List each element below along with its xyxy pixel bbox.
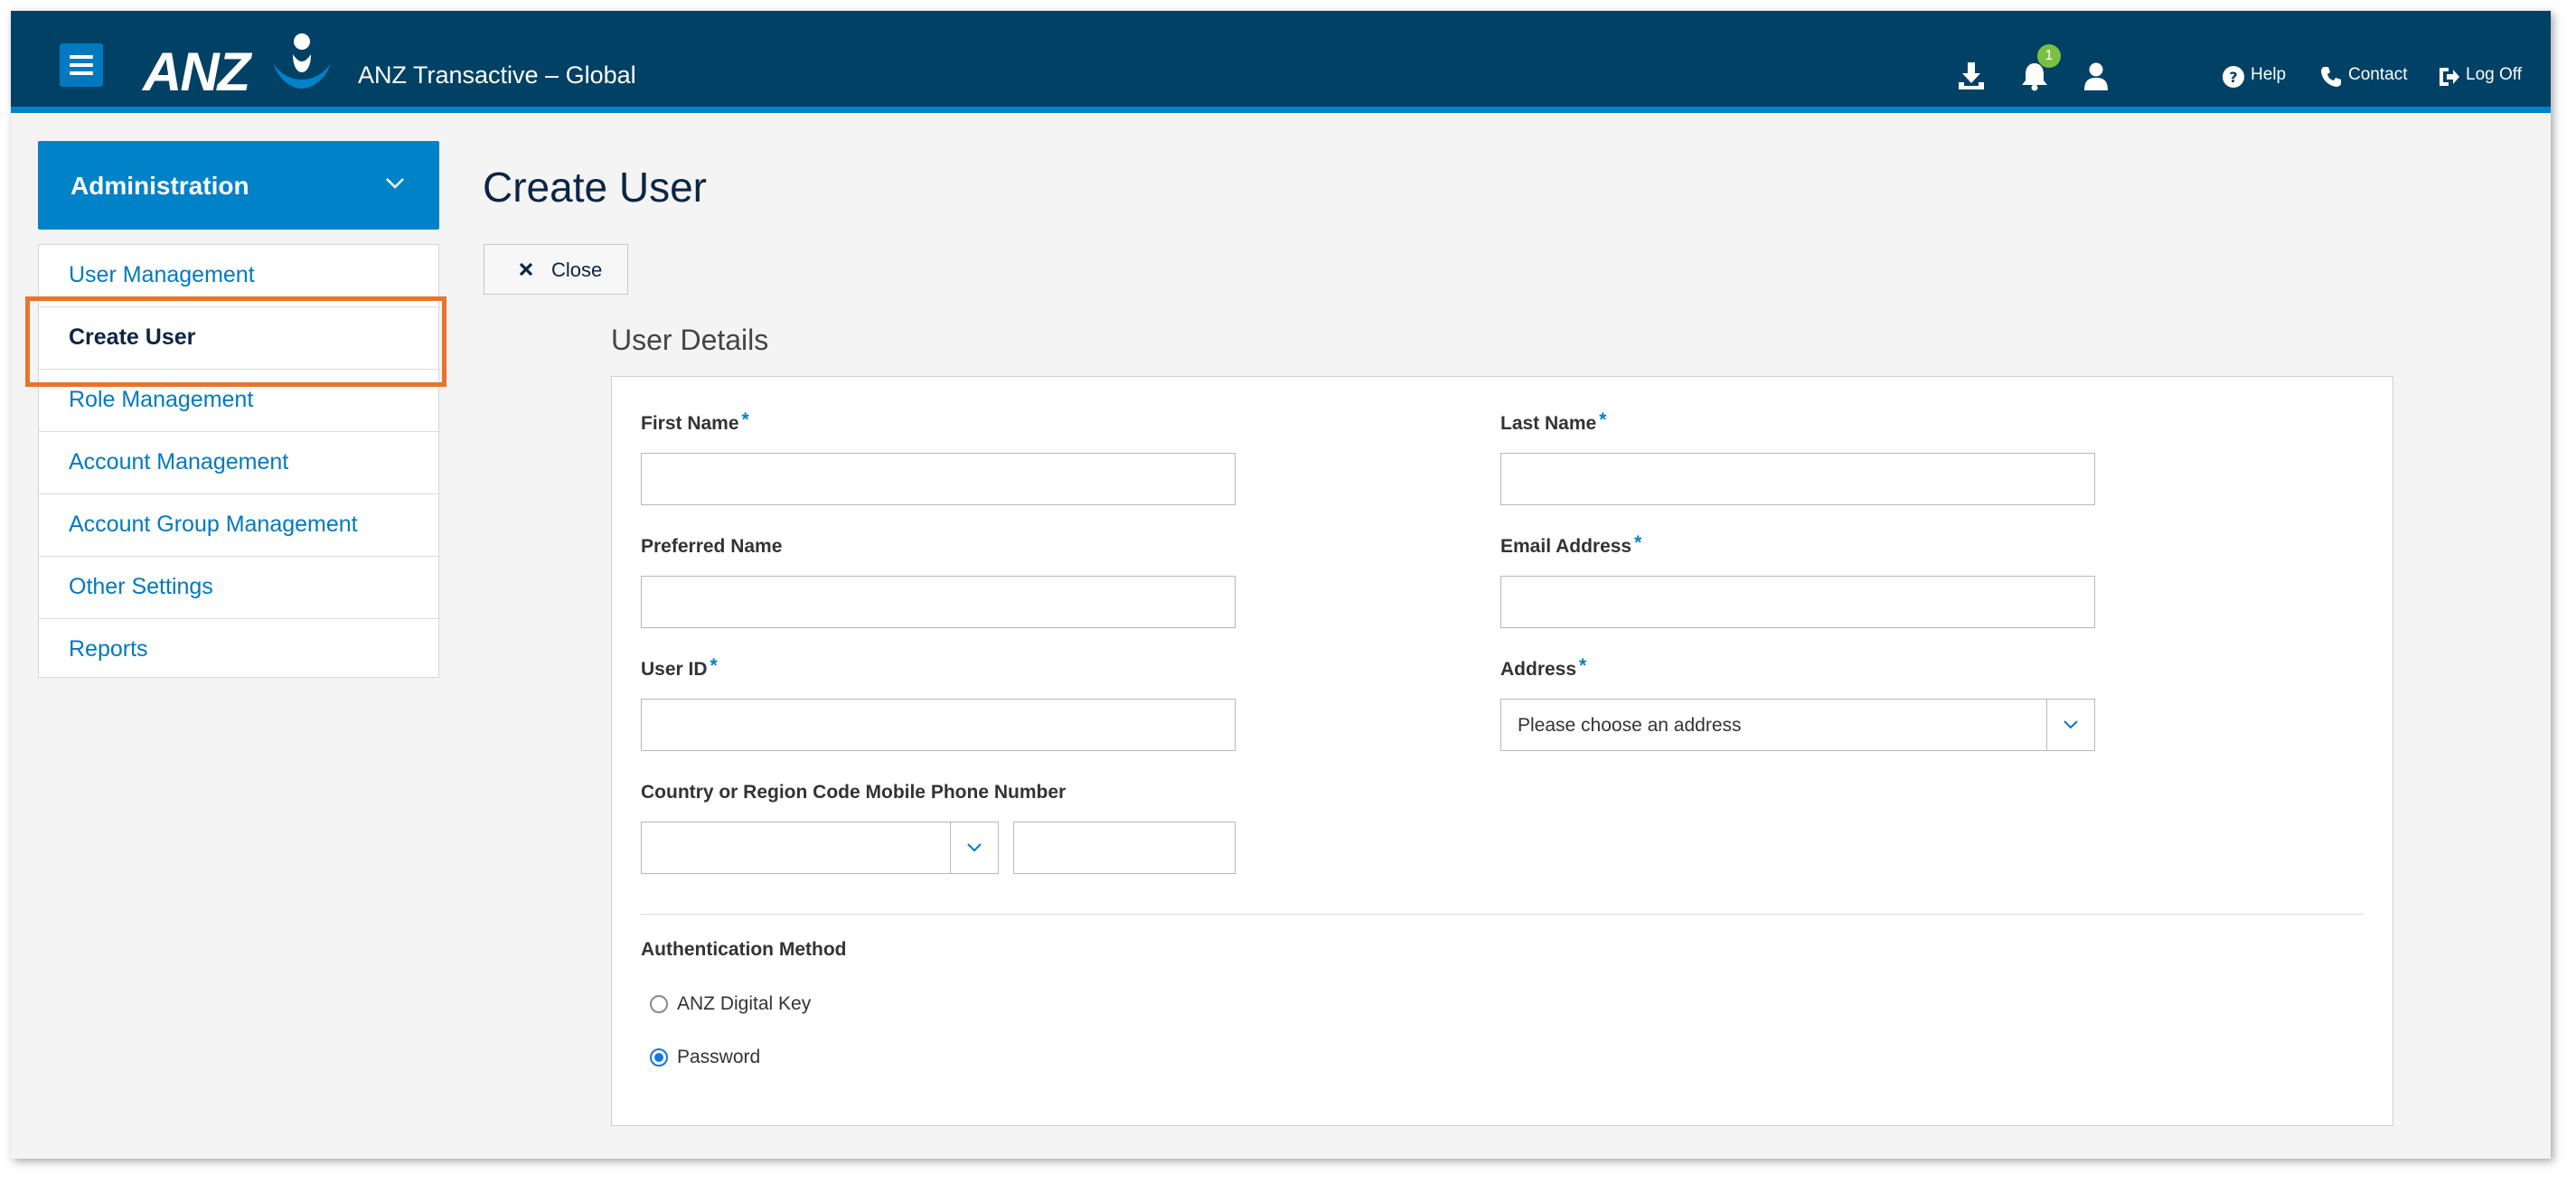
preferred-name-label: Preferred Name	[641, 536, 783, 557]
download-icon[interactable]	[1956, 61, 1987, 91]
sidebar-item-label: Account Management	[69, 449, 289, 475]
log-off-link[interactable]: Log Off	[2466, 65, 2522, 85]
required-indicator: *	[741, 409, 749, 430]
anz-logo[interactable]: ANZ	[143, 27, 342, 103]
close-button[interactable]: Close	[484, 244, 628, 295]
address-select-value: Please choose an address	[1518, 715, 1742, 736]
administration-panel-toggle[interactable]: Administration	[38, 141, 439, 230]
sidebar-item-account-management[interactable]: Account Management	[39, 432, 438, 494]
form-divider	[641, 914, 2364, 915]
help-icon[interactable]: ?	[2222, 65, 2245, 89]
required-indicator: *	[710, 655, 718, 676]
notification-count-badge: 1	[2037, 44, 2061, 68]
help-link[interactable]: Help	[2251, 65, 2286, 85]
radio-button-selected[interactable]	[650, 1048, 668, 1067]
radio-label: Password	[677, 1047, 761, 1067]
chevron-down-icon	[967, 843, 982, 852]
sidebar-item-label: Other Settings	[69, 574, 213, 599]
phone-icon[interactable]	[2319, 65, 2343, 89]
page-title: Create User	[483, 164, 707, 211]
log-off-icon[interactable]	[2437, 65, 2460, 89]
address-select[interactable]: Please choose an address	[1500, 699, 2095, 751]
top-header-bar: ANZ ANZ Transactive – Global 1 ? Help Co…	[11, 11, 2551, 113]
first-name-label: First Name *	[641, 409, 749, 434]
sidebar-item-account-group-management[interactable]: Account Group Management	[39, 494, 438, 557]
sidebar-item-label: Reports	[69, 636, 148, 662]
country-code-dropdown-toggle[interactable]	[950, 822, 998, 873]
sidebar-item-label: User Management	[69, 262, 255, 287]
svg-text:?: ?	[2229, 69, 2237, 86]
required-indicator: *	[1634, 532, 1642, 553]
last-name-input[interactable]	[1500, 453, 2095, 505]
mobile-phone-number-input[interactable]	[1013, 822, 1236, 874]
authentication-method-label: Authentication Method	[641, 939, 847, 960]
sidebar-item-other-settings[interactable]: Other Settings	[39, 557, 438, 619]
required-indicator: *	[1599, 409, 1607, 430]
app-title: ANZ Transactive – Global	[358, 61, 636, 89]
phone-number-label: Country or Region Code Mobile Phone Numb…	[641, 782, 1067, 803]
sidebar-item-reports[interactable]: Reports	[39, 619, 438, 681]
last-name-label: Last Name *	[1500, 409, 1607, 434]
user-icon[interactable]	[2081, 61, 2111, 91]
radio-button[interactable]	[650, 995, 668, 1013]
section-title-user-details: User Details	[611, 324, 769, 356]
contact-link[interactable]: Contact	[2348, 65, 2407, 85]
chevron-down-icon	[2064, 720, 2078, 729]
sidebar-item-create-user[interactable]: Create User	[39, 307, 438, 370]
close-button-label: Close	[551, 258, 603, 281]
required-indicator: *	[1579, 655, 1587, 676]
address-dropdown-toggle[interactable]	[2046, 700, 2094, 750]
anz-people-logo-icon	[273, 33, 331, 89]
email-address-label: Email Address *	[1500, 532, 1642, 557]
user-id-input[interactable]	[641, 699, 1236, 751]
preferred-name-input[interactable]	[641, 576, 1236, 628]
hamburger-menu-icon[interactable]	[60, 43, 103, 87]
user-details-form: First Name * Last Name * Preferred Name Em…	[611, 376, 2393, 1126]
email-address-input[interactable]	[1500, 576, 2095, 628]
sidebar-item-label: Role Management	[69, 387, 254, 412]
close-icon	[519, 262, 533, 277]
sidebar-item-label: Create User	[69, 324, 196, 350]
app-window: ANZ ANZ Transactive – Global 1 ? Help Co…	[11, 11, 2551, 1159]
address-label: Address *	[1500, 655, 1587, 680]
first-name-input[interactable]	[641, 453, 1236, 505]
sidebar-item-role-management[interactable]: Role Management	[39, 370, 438, 432]
radio-label: ANZ Digital Key	[677, 993, 812, 1014]
user-id-label: User ID *	[641, 655, 718, 680]
chevron-down-icon	[386, 178, 404, 189]
sidebar-item-user-management[interactable]: User Management	[39, 245, 438, 307]
country-code-select[interactable]	[641, 822, 999, 874]
sidebar-item-label: Account Group Management	[69, 512, 358, 537]
sidebar-nav: User Management Create User Role Managem…	[38, 244, 439, 678]
administration-title: Administration	[71, 172, 249, 200]
